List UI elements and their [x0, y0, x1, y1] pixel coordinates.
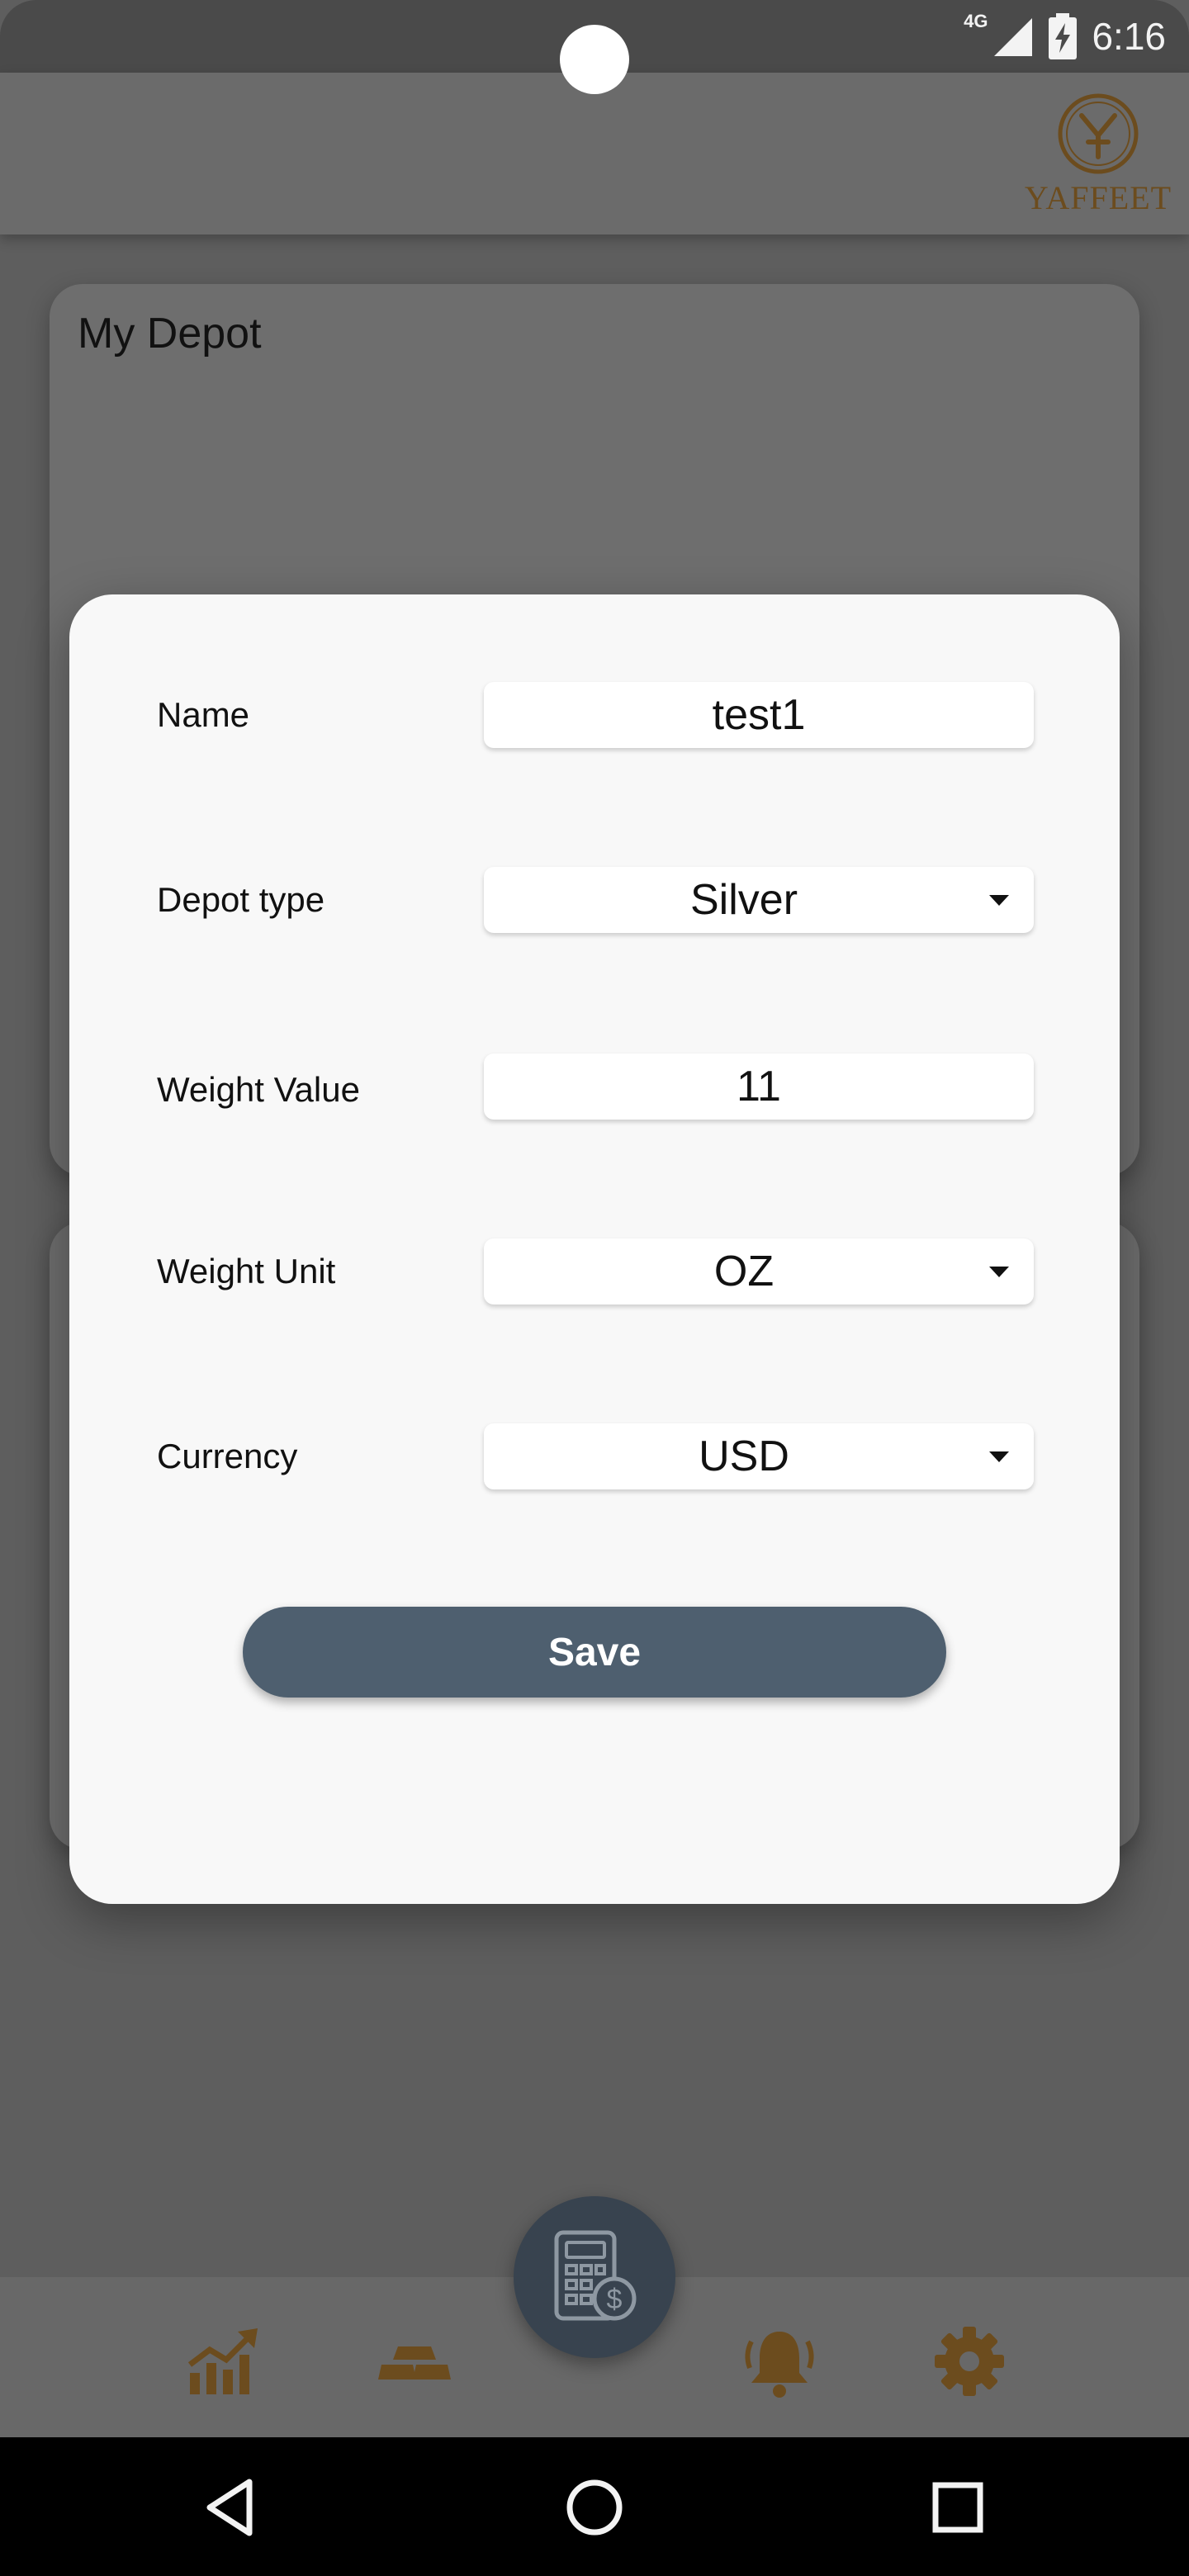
chevron-down-icon	[989, 1451, 1009, 1462]
system-navigation-bar	[0, 2437, 1189, 2576]
recents-icon[interactable]	[921, 2470, 995, 2545]
chevron-down-icon	[989, 895, 1009, 906]
weight-value-value: 11	[737, 1063, 781, 1110]
chart-icon[interactable]	[183, 2322, 263, 2401]
name-value: test1	[712, 691, 806, 739]
save-button[interactable]: Save	[243, 1607, 946, 1698]
depot-type-value: Silver	[689, 876, 798, 924]
calculator-fab[interactable]: $	[514, 2196, 675, 2358]
weight-unit-select[interactable]: OZ	[484, 1238, 1034, 1305]
battery-charging-icon	[1049, 13, 1078, 59]
depot-type-select[interactable]: Silver	[484, 867, 1034, 933]
weight-value-input[interactable]: 11	[484, 1054, 1034, 1120]
name-input[interactable]: test1	[484, 682, 1034, 748]
gear-icon[interactable]	[930, 2322, 1009, 2401]
home-icon[interactable]	[557, 2470, 632, 2545]
gold-bars-icon[interactable]	[375, 2322, 454, 2401]
add-depot-dialog: Name test1 Depot type Silver Weight Valu…	[69, 594, 1120, 1904]
yaffeet-logo-icon	[1058, 93, 1139, 174]
clock: 6:16	[1092, 15, 1166, 58]
chevron-down-icon	[989, 1267, 1009, 1277]
currency-label: Currency	[157, 1437, 298, 1475]
signal-icon	[994, 18, 1033, 56]
calculator-icon: $	[554, 2230, 637, 2321]
network-type: 4G	[964, 11, 988, 31]
back-icon[interactable]	[195, 2470, 269, 2545]
status-icons: 4G 6:16	[952, 7, 1166, 66]
depot-card-title: My Depot	[78, 310, 262, 358]
bell-icon[interactable]	[740, 2322, 819, 2401]
app-logo: YAFFEET	[1024, 91, 1172, 223]
app-bar	[0, 73, 1189, 234]
logo-text: YAFFEET	[1024, 179, 1172, 216]
weight-unit-value: OZ	[713, 1248, 775, 1295]
depot-type-label: Depot type	[157, 880, 325, 919]
weight-unit-label: Weight Unit	[157, 1252, 336, 1290]
weight-value-label: Weight Value	[157, 1070, 360, 1109]
svg-text:$: $	[607, 2284, 623, 2315]
currency-select[interactable]: USD	[484, 1423, 1034, 1489]
camera-cutout	[560, 25, 629, 94]
currency-value: USD	[699, 1432, 789, 1480]
name-label: Name	[157, 695, 250, 734]
